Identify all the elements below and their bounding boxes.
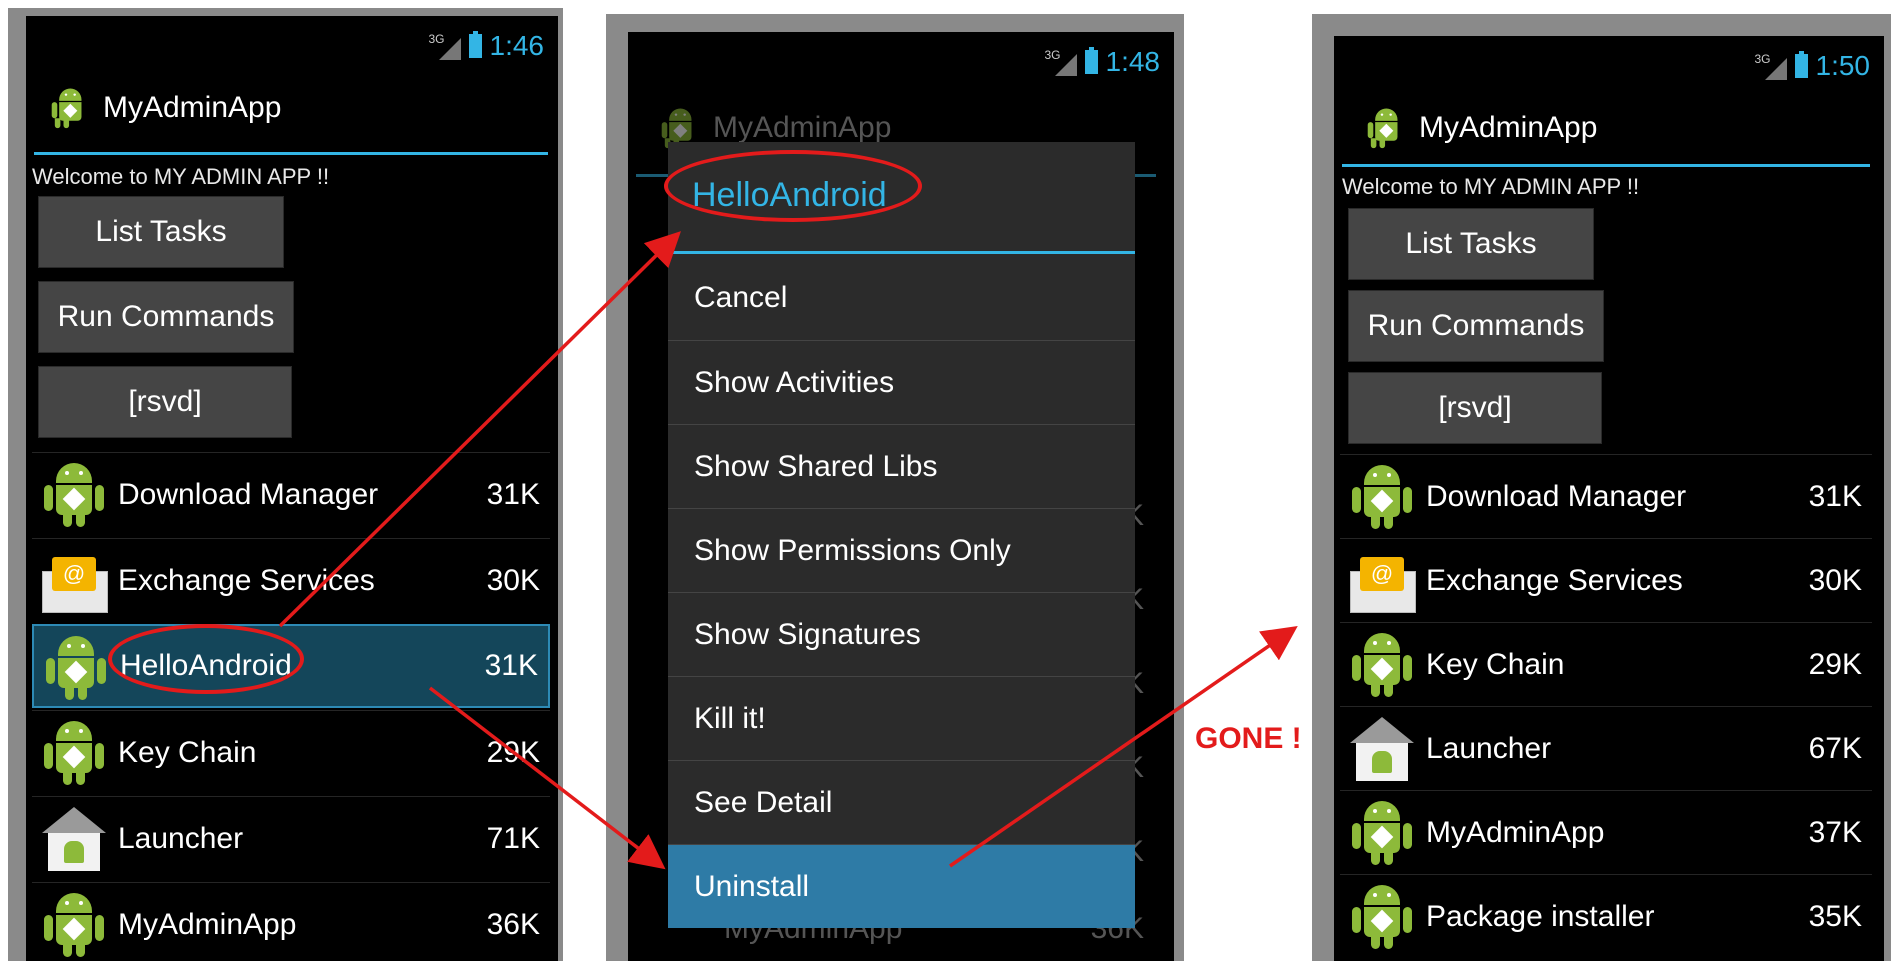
arrow-row-to-uninstall — [428, 686, 666, 870]
arrow-uninstall-to-result — [949, 626, 1298, 868]
annotation-arrows — [278, 231, 1298, 870]
arrow-row-to-title — [278, 231, 681, 628]
